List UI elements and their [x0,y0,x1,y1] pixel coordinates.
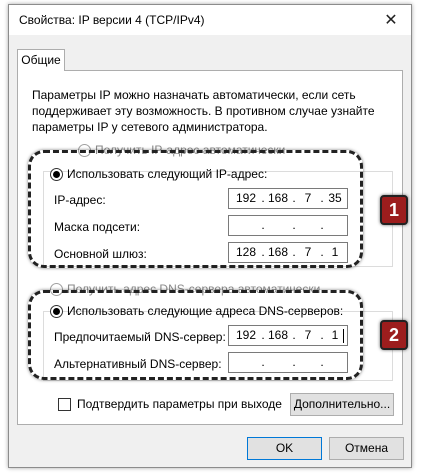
highlight-dns-section [28,290,363,380]
ok-button[interactable]: OK [247,437,322,460]
title-bar: Свойства: IP версии 4 (TCP/IPv4) ✕ [9,5,411,35]
window-title: Свойства: IP версии 4 (TCP/IPv4) [19,13,205,27]
annotation-badge-2: 2 [380,320,408,350]
close-button[interactable]: ✕ [371,5,411,35]
tab-general[interactable]: Общие [17,49,65,71]
highlight-ip-section [28,150,363,268]
checkbox-indicator [58,397,71,411]
confirm-on-exit-checkbox[interactable]: Подтвердить параметры при выходе [58,397,282,411]
advanced-button[interactable]: Дополнительно... [290,393,394,416]
description-text: Параметры IP можно назначать автоматичес… [32,88,375,134]
annotation-badge-1: 1 [380,195,408,225]
close-icon: ✕ [384,12,398,29]
cancel-button[interactable]: Отмена [329,437,404,460]
checkbox-label: Подтвердить параметры при выходе [77,397,282,411]
